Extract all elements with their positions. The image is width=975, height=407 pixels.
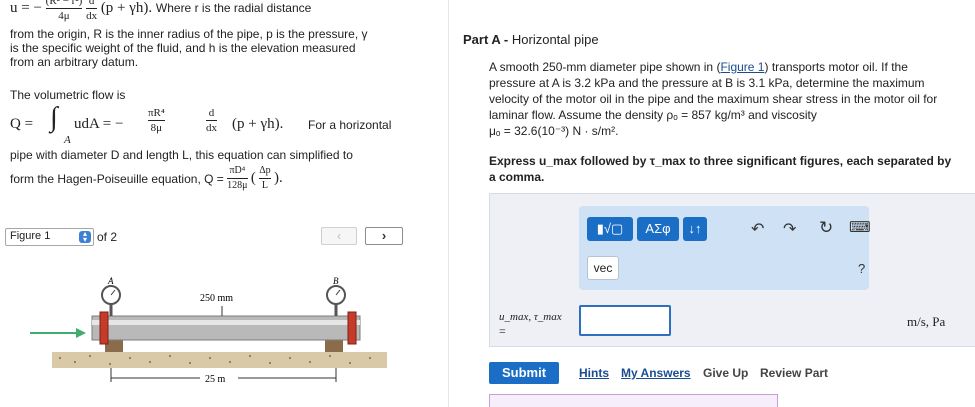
left-panel: u = − (R² − r²) 4μ d dx (p + γh). Where …: [0, 0, 440, 407]
eq1-dx: dx: [86, 10, 98, 22]
units-label: m/s, Pa: [907, 314, 946, 329]
problem-statement: A smooth 250-mm diameter pipe shown in (…: [489, 59, 975, 139]
desc-line-3: from an arbitrary datum.: [10, 55, 139, 69]
right-panel: Part A - Horizontal pipe A smooth 250-mm…: [462, 0, 975, 407]
instructions-line-1: Express u_max followed by τ_max to three…: [489, 154, 952, 168]
ground: [52, 352, 387, 368]
hagen-end: ).: [273, 170, 283, 186]
hagen-den: 128μ: [227, 180, 248, 191]
figure-count: of 2: [97, 230, 118, 244]
eq1-d: d: [86, 0, 98, 9]
eq1-num: (R² − r²): [45, 0, 83, 9]
answer-input[interactable]: [579, 305, 671, 336]
eq1-prefix: u = −: [10, 0, 42, 16]
variable-description: from the origin, R is the inner radius o…: [10, 27, 368, 69]
submit-button[interactable]: Submit: [489, 362, 559, 384]
pipe-figure: A B 250 mm 25 m: [30, 276, 387, 385]
label-a: A: [107, 276, 114, 286]
desc-line-1: from the origin, R is the inner radius o…: [10, 27, 368, 41]
greek-symbols-button[interactable]: ΑΣφ: [637, 217, 679, 241]
reset-icon[interactable]: ↻: [819, 218, 833, 238]
hagen-paren-den: L: [261, 180, 268, 191]
help-icon[interactable]: ?: [858, 261, 865, 276]
eq1-den: 4μ: [58, 10, 70, 22]
problem-line-5: μₒ = 32.6(10⁻³) N · s/m².: [489, 124, 619, 138]
figure-1-link[interactable]: Figure 1: [720, 60, 764, 74]
flow-arrow-icon: [76, 328, 86, 338]
part-label: Part A -: [463, 32, 509, 47]
q-subscript: A: [64, 134, 71, 146]
arrows-button[interactable]: ↓↑: [683, 217, 707, 241]
pipe-body: [91, 315, 361, 341]
hagen-line-1: pipe with diameter D and length L, this …: [10, 148, 353, 162]
q-text: For a horizontal: [308, 118, 392, 132]
integral-sign: ∫: [50, 102, 58, 133]
hagen-fraction: πD⁴ 128μ: [227, 164, 248, 193]
q-den: 8μ: [150, 122, 163, 134]
flow-label: The volumetric flow is: [10, 88, 126, 102]
figure-select[interactable]: Figure 1 ▴ ▾: [5, 228, 94, 246]
velocity-equation: u = − (R² − r²) 4μ d dx (p + γh). Where …: [10, 0, 311, 23]
figure-select-value: Figure 1: [10, 230, 51, 242]
q-dx: dx: [206, 122, 217, 134]
pipe-highlight: [92, 320, 360, 325]
q-integrand: udA = −: [74, 116, 124, 132]
problem-line-3: velocity of the motor oil in the pipe an…: [489, 92, 938, 106]
feedback-box: [489, 394, 778, 407]
answer-equals: =: [499, 324, 506, 338]
label-b: B: [333, 276, 339, 286]
vec-button[interactable]: vec: [587, 256, 619, 280]
keyboard-icon[interactable]: ⌨: [849, 218, 871, 236]
select-stepper-icon: ▴ ▾: [79, 230, 91, 244]
diameter-label: 250 mm: [200, 293, 233, 304]
instructions: Express u_max followed by τ_max to three…: [489, 153, 951, 185]
flange-a: [99, 311, 109, 345]
give-up-link[interactable]: Give Up: [703, 366, 748, 380]
eq1-fraction: (R² − r²) 4μ: [45, 0, 83, 23]
problem-line-1: A smooth 250-mm diameter pipe shown in (…: [489, 59, 975, 75]
problem-line-1a: A smooth 250-mm diameter pipe shown in (: [489, 60, 721, 74]
problem-line-4: laminar flow. Assume the density ρₒ = 85…: [489, 108, 817, 122]
q-derivative: d dx: [206, 106, 217, 135]
part-title: Part A - Horizontal pipe: [463, 32, 599, 47]
eq1-tail: (p + γh).: [100, 0, 153, 16]
flange-b: [347, 311, 357, 345]
previous-figure-button[interactable]: ‹: [321, 227, 357, 245]
q-num: πR⁴: [148, 107, 165, 121]
hagen-num: πD⁴: [227, 164, 248, 179]
instructions-line-2: a comma.: [489, 170, 545, 184]
hints-link[interactable]: Hints: [579, 366, 609, 380]
q-lhs: Q =: [10, 116, 34, 132]
answer-label: u_max, τ_max: [499, 311, 562, 323]
hagen-paren-open: (: [250, 170, 256, 186]
eq1-text: Where r is the radial distance: [155, 0, 312, 15]
panel-divider: [448, 0, 449, 407]
hagen-line-2: form the Hagen-Poiseuille equation, Q = …: [10, 164, 283, 193]
hagen-paren-num: Δp: [259, 164, 271, 179]
my-answers-link[interactable]: My Answers: [621, 366, 691, 380]
undo-icon[interactable]: ↶: [751, 219, 764, 239]
q-d: d: [206, 106, 217, 121]
math-toolbar: ▮√▢ ΑΣφ ↓↑ ↶ ↷ ↻ ⌨ vec ?: [579, 206, 871, 290]
redo-icon[interactable]: ↷: [783, 219, 796, 239]
chevron-right-icon: ›: [381, 228, 387, 243]
chevron-left-icon: ‹: [337, 229, 341, 243]
review-part-link[interactable]: Review Part: [760, 366, 828, 380]
answer-area: ▮√▢ ΑΣφ ↓↑ ↶ ↷ ↻ ⌨ vec ? u_max, τ_max = …: [489, 193, 975, 347]
hagen-paren-fraction: Δp L: [259, 164, 271, 193]
length-label: 25 m: [205, 374, 226, 385]
next-figure-button[interactable]: ›: [365, 227, 403, 245]
desc-line-2: is the specific weight of the fluid, and…: [10, 41, 356, 55]
q-fraction: πR⁴ 8μ: [148, 106, 165, 135]
part-name: Horizontal pipe: [511, 32, 599, 47]
problem-line-1b: ) transports motor oil. If the: [764, 60, 908, 74]
eq1-derivative: d dx: [86, 0, 98, 23]
problem-line-2: pressure at A is 3.2 kPa and the pressur…: [489, 76, 925, 90]
hagen-text: form the Hagen-Poiseuille equation, Q =: [10, 171, 224, 186]
templates-button[interactable]: ▮√▢: [587, 217, 633, 241]
q-tail: (p + γh).: [232, 116, 284, 132]
